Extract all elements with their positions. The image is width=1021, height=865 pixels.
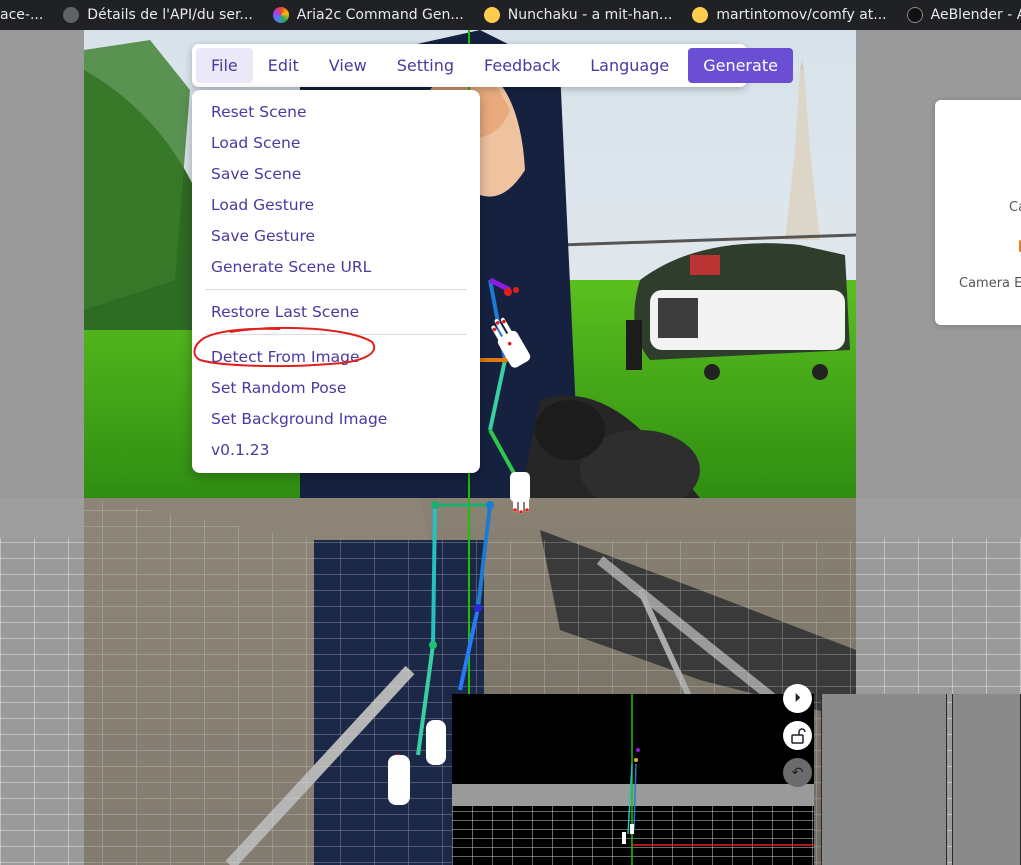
version-label: v0.1.23 <box>211 440 270 459</box>
bookmark-1[interactable]: Détails de l'API/du ser... <box>53 0 262 30</box>
unlock-icon <box>790 727 806 744</box>
menu-file[interactable]: File <box>196 48 253 83</box>
menu-set-random-pose[interactable]: Set Random Pose <box>192 372 480 403</box>
bookmarks-bar: ace-... Détails de l'API/du ser... Aria2… <box>0 0 1021 30</box>
huggingface-icon <box>483 7 500 23</box>
menu-save-scene[interactable]: Save Scene <box>192 158 480 189</box>
bookmark-2[interactable]: Aria2c Command Gen... <box>263 0 474 30</box>
bookmark-3[interactable]: Nunchaku - a mit-han... <box>474 0 683 30</box>
preview-graphics <box>452 694 814 865</box>
menu-feedback[interactable]: Feedback <box>469 48 575 83</box>
menu-reset-scene[interactable]: Reset Scene <box>192 96 480 127</box>
bookmark-5-label: AeBlender - After Effe <box>930 7 1021 23</box>
bookmark-4[interactable]: martintomov/comfy at... <box>682 0 896 30</box>
skull-icon <box>906 7 923 23</box>
play-step-button[interactable]: ⏵︎ <box>783 684 812 713</box>
generate-button[interactable]: Generate <box>688 48 793 83</box>
bookmark-4-label: martintomov/comfy at... <box>716 7 887 23</box>
main-menubar: File Edit View Setting Feedback Language… <box>192 44 793 87</box>
side-preview-pane-1 <box>821 694 947 865</box>
panel-label-ca: Ca <box>1009 200 1021 215</box>
bookmark-0-label: ace-... <box>0 7 44 23</box>
bookmark-0[interactable]: ace-... <box>0 0 53 30</box>
menu-language[interactable]: Language <box>575 48 684 83</box>
bookmark-1-label: Détails de l'API/du ser... <box>87 7 253 23</box>
file-menu-dropdown: Reset Scene Load Scene Save Scene Load G… <box>192 90 480 473</box>
menu-divider <box>205 334 467 335</box>
menu-set-background-image[interactable]: Set Background Image <box>192 403 480 434</box>
github-icon <box>63 7 80 23</box>
menu-setting[interactable]: Setting <box>382 48 469 83</box>
menu-view[interactable]: View <box>314 48 382 83</box>
undo-button[interactable]: ↶ <box>783 758 812 787</box>
bookmark-2-label: Aria2c Command Gen... <box>296 7 464 23</box>
bookmark-5[interactable]: AeBlender - After Effe <box>897 0 1021 30</box>
menu-divider <box>205 289 467 290</box>
huggingface-icon <box>692 7 709 23</box>
play-step-icon: ⏵︎ <box>794 691 801 706</box>
menu-detect-from-image[interactable]: Detect From Image <box>192 341 480 372</box>
undo-icon: ↶ <box>791 764 804 781</box>
side-preview-pane-2 <box>952 694 1021 865</box>
panel-label-camera-effect: Camera Eff <box>959 276 1021 291</box>
bookmark-3-label: Nunchaku - a mit-han... <box>507 7 673 23</box>
rainbow-icon <box>272 7 289 23</box>
menu-restore-last-scene[interactable]: Restore Last Scene <box>192 296 480 327</box>
menu-edit[interactable]: Edit <box>253 48 314 83</box>
camera-settings-panel: Ca Camera Eff <box>935 100 1021 325</box>
lock-toggle-button[interactable] <box>783 721 812 750</box>
menu-generate-scene-url[interactable]: Generate Scene URL <box>192 251 480 282</box>
menu-load-scene[interactable]: Load Scene <box>192 127 480 158</box>
menu-save-gesture[interactable]: Save Gesture <box>192 220 480 251</box>
preview-viewport[interactable] <box>452 694 814 865</box>
menu-load-gesture[interactable]: Load Gesture <box>192 189 480 220</box>
